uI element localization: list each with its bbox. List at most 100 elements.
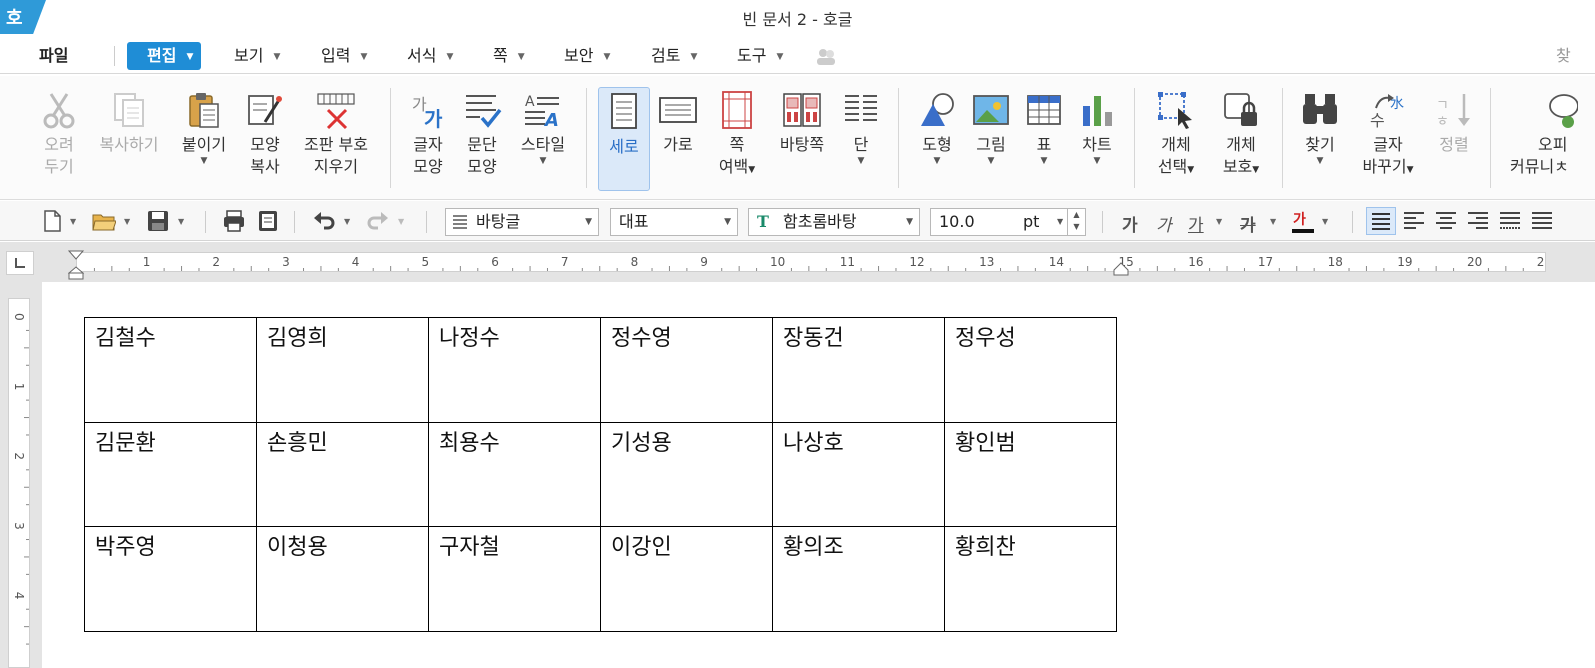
chevron-down-icon: ▼ (446, 51, 454, 62)
table-cell[interactable]: 황의조 (772, 526, 945, 632)
table-cell[interactable]: 황인범 (944, 421, 1117, 527)
background-page-button[interactable]: 바탕쪽 (774, 86, 830, 194)
page-margin-button[interactable]: 쪽 여백▼ (712, 86, 762, 194)
chevron-down-icon: ▼ (1057, 217, 1064, 226)
object-select-label-2: 선택 (1157, 157, 1188, 176)
font-color-button[interactable]: 가 (1293, 209, 1306, 229)
table-cell[interactable]: 박주영 (84, 526, 257, 632)
shape-button[interactable]: 도형 ▼ (914, 86, 960, 194)
sort-button[interactable]: ㄱ ㅎ 정렬 (1432, 86, 1476, 194)
table-cell[interactable]: 손흥민 (256, 421, 429, 527)
chevron-down-icon[interactable]: ▼ (1270, 217, 1276, 226)
table-cell[interactable]: 정우성 (944, 317, 1117, 423)
menu-insert-label: 입력 (321, 46, 351, 65)
office-community-button[interactable]: 오피 커뮤니ㅊ (1506, 86, 1595, 194)
align-justify-button[interactable] (1366, 207, 1396, 235)
menu-find-partial[interactable]: 찾 (1556, 42, 1571, 70)
chevron-down-icon: ▼ (186, 51, 194, 62)
vertical-ruler[interactable]: 0 1 2 3 4 (8, 298, 30, 668)
find-button[interactable]: 찾기 ▼ (1298, 86, 1342, 194)
menu-review[interactable]: 검토 ▼ (651, 42, 697, 70)
char-shape-button[interactable]: 가 가 글자 모양 (406, 86, 450, 194)
chevron-down-icon[interactable]: ▼ (178, 217, 184, 226)
replace-button[interactable]: 수 水 글자 바꾸기▼ (1356, 86, 1420, 194)
new-document-icon[interactable] (40, 209, 64, 233)
left-indent-marker[interactable] (68, 249, 84, 281)
table-label: 표 (1036, 135, 1052, 154)
table-cell[interactable]: 나정수 (428, 317, 601, 423)
chevron-down-icon[interactable]: ▼ (124, 217, 130, 226)
table-cell[interactable]: 황희찬 (944, 526, 1117, 632)
picture-button[interactable]: 그림 ▼ (970, 86, 1012, 194)
table-cell[interactable]: 정수영 (600, 317, 773, 423)
language-select[interactable]: 대표 ▼ (610, 208, 738, 236)
style-button[interactable]: A A 스타일 ▼ (514, 86, 572, 194)
table-cell[interactable]: 최용수 (428, 421, 601, 527)
ruler-number: 18 (1328, 255, 1343, 269)
object-select-button[interactable]: 개체 선택▼ (1150, 86, 1202, 194)
para-shape-button[interactable]: 문단 모양 (459, 86, 505, 194)
chart-button[interactable]: 차트 ▼ (1074, 86, 1120, 194)
table-cell[interactable]: 구자철 (428, 526, 601, 632)
format-copy-button[interactable]: 모양 복사 (241, 86, 289, 194)
chat-bubble-icon (1549, 94, 1578, 128)
landscape-button[interactable]: 가로 (656, 86, 700, 194)
font-size-input[interactable]: 10.0 pt ▼ ▲ ▼ (930, 208, 1086, 236)
align-right-icon[interactable] (1466, 209, 1490, 233)
split-align-icon[interactable] (1530, 209, 1554, 233)
right-indent-marker[interactable] (1113, 262, 1129, 276)
strikethrough-button[interactable]: 가 (1240, 211, 1256, 236)
clear-marks-button[interactable]: 조판 부호 지우기 (298, 86, 374, 194)
menu-edit[interactable]: 편집 ▼ (127, 42, 202, 70)
undo-icon[interactable] (312, 209, 336, 233)
chevron-down-icon[interactable]: ▼ (344, 217, 350, 226)
align-left-icon[interactable] (1402, 209, 1426, 233)
ruler-number: 2 (12, 452, 26, 460)
table-cell[interactable]: 이강인 (600, 526, 773, 632)
table-cell[interactable]: 나상호 (772, 421, 945, 527)
save-disk-icon[interactable] (146, 209, 170, 233)
portrait-button[interactable]: 세로 (598, 87, 650, 191)
cut-button[interactable]: 오려 두기 (37, 86, 81, 194)
print-preview-icon[interactable] (256, 209, 280, 233)
font-select[interactable]: T 함초롬바탕 ▼ (748, 208, 920, 236)
paste-button[interactable]: 붙이기 ▼ (176, 86, 232, 194)
table-cell[interactable]: 김철수 (84, 317, 257, 423)
bold-button[interactable]: 가 (1122, 211, 1138, 236)
copy-button[interactable]: 복사하기 (92, 86, 166, 194)
menu-file[interactable]: 파일 (39, 42, 68, 70)
chevron-down-icon[interactable]: ▼ (1322, 217, 1328, 226)
menu-insert[interactable]: 입력 ▼ (321, 42, 367, 70)
table-cell[interactable]: 김문환 (84, 421, 257, 527)
horizontal-ruler[interactable]: 123456789101112131415161718192021 (76, 252, 1546, 272)
printer-icon[interactable] (222, 209, 246, 233)
redo-icon[interactable] (366, 209, 390, 233)
chevron-down-icon[interactable]: ▼ (398, 217, 404, 226)
distribute-icon[interactable] (1498, 209, 1522, 233)
table-cell[interactable]: 이청용 (256, 526, 429, 632)
columns-button[interactable]: 단 ▼ (840, 86, 882, 194)
chevron-down-icon[interactable]: ▼ (1216, 217, 1222, 226)
menu-format[interactable]: 서식 ▼ (407, 42, 453, 70)
menu-security[interactable]: 보안 ▼ (564, 42, 610, 70)
font-size-stepper[interactable]: ▲ ▼ (1067, 209, 1085, 235)
style-select[interactable]: 바탕글 ▼ (445, 208, 599, 236)
ruler-number: 6 (491, 255, 499, 269)
chevron-down-icon[interactable]: ▼ (70, 217, 76, 226)
ruler-corner-button[interactable] (6, 251, 34, 275)
shortcut-people-icon[interactable] (814, 46, 838, 66)
underline-button[interactable]: 가 (1188, 211, 1204, 236)
svg-text:ㄱ: ㄱ (1436, 98, 1449, 114)
table-cell[interactable]: 김영희 (256, 317, 429, 423)
italic-button[interactable]: 가 (1156, 211, 1172, 236)
menu-view[interactable]: 보기 ▼ (234, 42, 280, 70)
document-table[interactable]: 김철수 김영희 나정수 정수영 장동건 정우성 김문환 손흥민 최용수 기성용 나상호 황인범 박주영 이… (84, 317, 1117, 632)
menu-page[interactable]: 쪽 ▼ (493, 42, 525, 70)
table-button[interactable]: 표 ▼ (1024, 86, 1064, 194)
object-protect-button[interactable]: 개체 보호▼ (1214, 86, 1268, 194)
open-folder-icon[interactable] (92, 209, 116, 233)
align-center-icon[interactable] (1434, 209, 1458, 233)
table-cell[interactable]: 장동건 (772, 317, 945, 423)
table-cell[interactable]: 기성용 (600, 421, 773, 527)
menu-tools[interactable]: 도구 ▼ (737, 42, 783, 70)
